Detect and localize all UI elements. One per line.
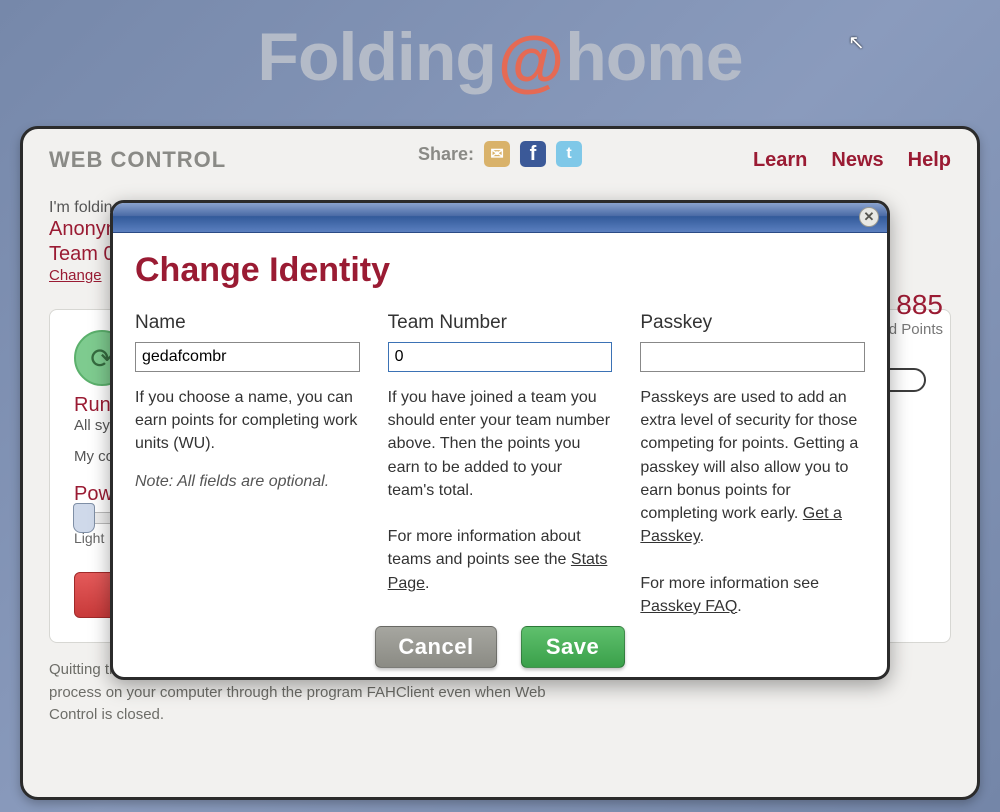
- page-title: WEB CONTROL: [49, 147, 226, 173]
- logo-right: home: [565, 18, 742, 96]
- help-link[interactable]: Help: [908, 149, 951, 172]
- change-identity-dialog: ✕ Change Identity Name If you choose a n…: [110, 200, 890, 680]
- twitter-icon[interactable]: t: [556, 141, 582, 167]
- points-block: 885 d Points: [889, 289, 943, 338]
- name-desc: If you choose a name, you can earn point…: [135, 389, 357, 452]
- points-label: d Points: [889, 321, 943, 338]
- folding-as-label: I'm foldin: [49, 199, 113, 216]
- close-icon[interactable]: ✕: [859, 207, 879, 227]
- name-input[interactable]: [135, 342, 360, 372]
- name-label: Name: [135, 312, 360, 334]
- team-label: Team Number: [388, 312, 613, 334]
- name-note: Note: All fields are optional.: [135, 470, 360, 493]
- facebook-icon[interactable]: f: [520, 141, 546, 167]
- change-identity-link[interactable]: Change: [49, 267, 102, 284]
- passkey-desc1b: .: [700, 528, 704, 545]
- logo-left: Folding: [257, 18, 495, 96]
- top-links: Learn News Help: [753, 149, 951, 172]
- team-desc2b: .: [425, 575, 429, 592]
- passkey-desc1a: Passkeys are used to add an extra level …: [640, 389, 858, 522]
- mail-icon[interactable]: ✉: [484, 141, 510, 167]
- name-column: Name If you choose a name, you can earn …: [135, 312, 360, 618]
- dialog-title: Change Identity: [135, 251, 865, 290]
- dialog-titlebar[interactable]: ✕: [113, 203, 887, 233]
- passkey-desc2a: For more information see: [640, 575, 819, 592]
- passkey-faq-link[interactable]: Passkey FAQ: [640, 598, 737, 615]
- share-block: Share: ✉ f t: [418, 141, 582, 167]
- team-input[interactable]: [388, 342, 613, 372]
- learn-link[interactable]: Learn: [753, 149, 807, 172]
- passkey-desc2b: .: [737, 598, 741, 615]
- cancel-button[interactable]: Cancel: [375, 626, 496, 668]
- logo-at: @: [498, 22, 563, 100]
- team-column: Team Number If you have joined a team yo…: [388, 312, 613, 618]
- save-button[interactable]: Save: [521, 626, 625, 668]
- slider-thumb[interactable]: [73, 503, 95, 533]
- passkey-label: Passkey: [640, 312, 865, 334]
- logo: Folding @ home: [0, 0, 1000, 96]
- team-desc1: If you have joined a team you should ent…: [388, 389, 610, 499]
- news-link[interactable]: News: [831, 149, 883, 172]
- points-value: 885: [889, 289, 943, 321]
- share-label: Share:: [418, 144, 474, 165]
- passkey-input[interactable]: [640, 342, 865, 372]
- passkey-column: Passkey Passkeys are used to add an extr…: [640, 312, 865, 618]
- team-desc2a: For more information about teams and poi…: [388, 528, 581, 568]
